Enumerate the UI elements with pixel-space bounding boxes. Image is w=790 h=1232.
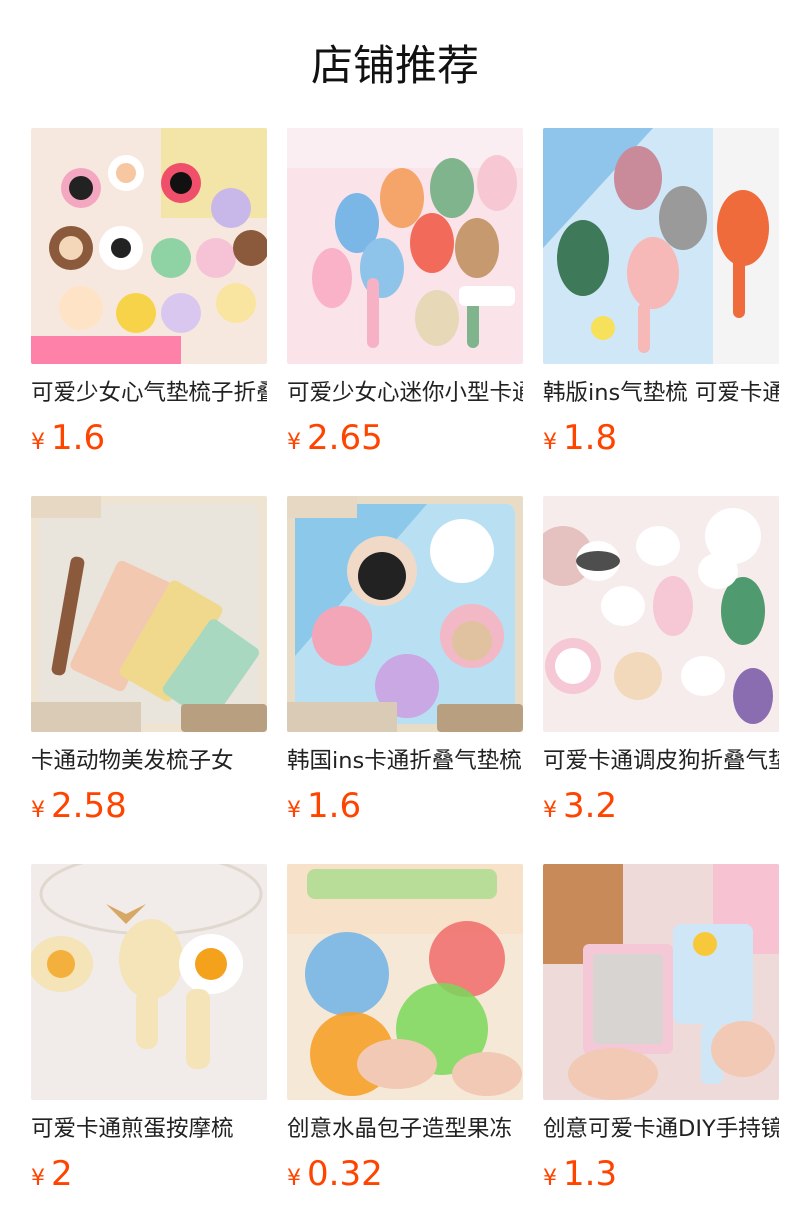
currency-symbol: ¥ [543, 798, 557, 823]
price-value: 1.6 [307, 786, 362, 826]
product-image[interactable] [543, 128, 779, 364]
product-price: ¥2.65 [287, 416, 383, 460]
product-name[interactable]: 创意可爱卡通DIY手持镜 [543, 1112, 779, 1146]
product-image[interactable] [287, 128, 523, 364]
product-price: ¥0.32 [287, 1152, 383, 1196]
product-price: ¥2 [31, 1152, 73, 1196]
price-value: 1.3 [563, 1154, 618, 1194]
product-image[interactable] [543, 496, 779, 732]
product-image[interactable] [287, 496, 523, 732]
product-price: ¥1.6 [287, 784, 361, 828]
product-name[interactable]: 可爱卡通煎蛋按摩梳 [31, 1112, 267, 1146]
product-image[interactable] [31, 128, 267, 364]
price-value: 3.2 [563, 786, 618, 826]
product-price: ¥1.3 [543, 1152, 617, 1196]
currency-symbol: ¥ [287, 798, 301, 823]
product-card-4[interactable]: 卡通动物美发梳子女 ¥2.58 [31, 496, 267, 836]
product-image[interactable] [31, 496, 267, 732]
product-name[interactable]: 韩国ins卡通折叠气垫梳 [287, 744, 523, 778]
product-name[interactable]: 可爱卡通调皮狗折叠气垫梳 [543, 744, 779, 778]
price-value: 0.32 [307, 1154, 383, 1194]
product-name[interactable]: 韩版ins气垫梳 可爱卡通 [543, 376, 779, 410]
product-name[interactable]: 创意水晶包子造型果冻 [287, 1112, 523, 1146]
product-price: ¥2.58 [31, 784, 127, 828]
product-image[interactable] [31, 864, 267, 1100]
product-name[interactable]: 可爱少女心气垫梳子折叠镜梳 [31, 376, 267, 410]
price-value: 2.65 [307, 418, 383, 458]
currency-symbol: ¥ [543, 430, 557, 455]
price-value: 2.58 [51, 786, 127, 826]
product-card-7[interactable]: 可爱卡通煎蛋按摩梳 ¥2 [31, 864, 267, 1204]
currency-symbol: ¥ [31, 798, 45, 823]
product-price: ¥1.8 [543, 416, 617, 460]
product-card-3[interactable]: 韩版ins气垫梳 可爱卡通 ¥1.8 [543, 128, 779, 468]
product-name[interactable]: 可爱少女心迷你小型卡通气囊梳 [287, 376, 523, 410]
product-price: ¥3.2 [543, 784, 617, 828]
currency-symbol: ¥ [287, 430, 301, 455]
product-image[interactable] [543, 864, 779, 1100]
price-value: 2 [51, 1154, 73, 1194]
product-grid: 可爱少女心气垫梳子折叠镜梳 ¥1.6 [0, 0, 790, 1232]
product-card-2[interactable]: 可爱少女心迷你小型卡通气囊梳 ¥2.65 [287, 128, 523, 468]
price-value: 1.8 [563, 418, 618, 458]
product-card-6[interactable]: 可爱卡通调皮狗折叠气垫梳 ¥3.2 [543, 496, 779, 836]
product-image[interactable] [287, 864, 523, 1100]
product-card-5[interactable]: 韩国ins卡通折叠气垫梳 ¥1.6 [287, 496, 523, 836]
product-card-1[interactable]: 可爱少女心气垫梳子折叠镜梳 ¥1.6 [31, 128, 267, 468]
recommend-page: 店铺推荐 可爱少女心气垫梳子折 ¥ 1.6 可爱少女心迷你小型卡 ¥ 2.65 … [0, 0, 790, 1232]
currency-symbol: ¥ [31, 1166, 45, 1191]
product-card-9[interactable]: 创意可爱卡通DIY手持镜 ¥1.3 [543, 864, 779, 1204]
price-value: 1.6 [51, 418, 106, 458]
currency-symbol: ¥ [287, 1166, 301, 1191]
product-name[interactable]: 卡通动物美发梳子女 [31, 744, 267, 778]
currency-symbol: ¥ [31, 430, 45, 455]
currency-symbol: ¥ [543, 1166, 557, 1191]
product-card-8[interactable]: 创意水晶包子造型果冻 ¥0.32 [287, 864, 523, 1204]
product-price: ¥1.6 [31, 416, 105, 460]
